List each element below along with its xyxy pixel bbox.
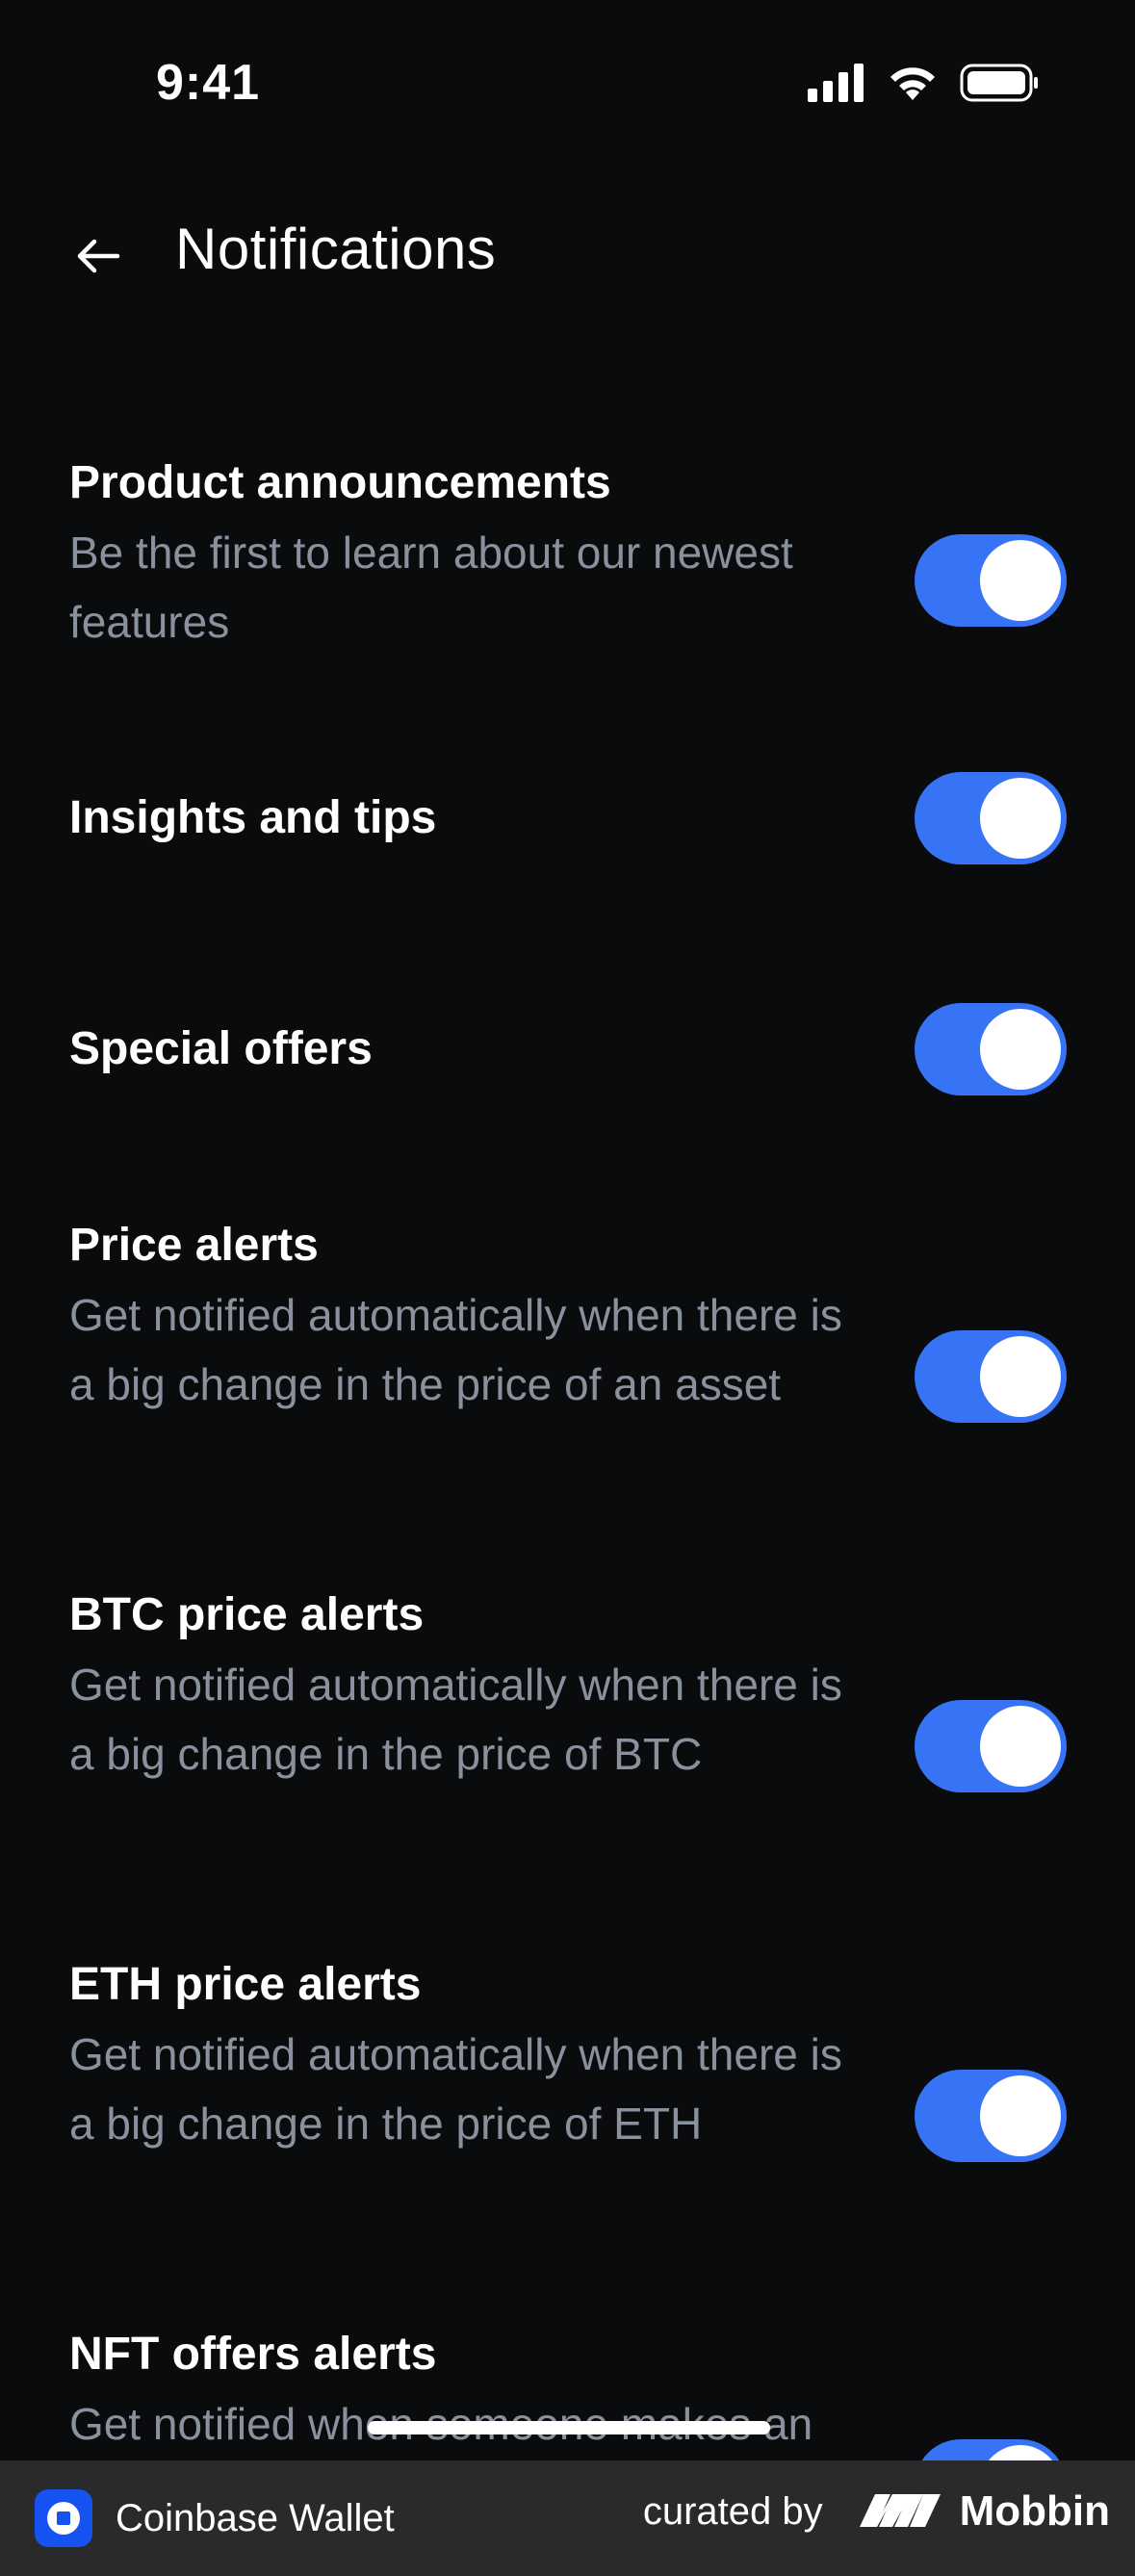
status-time: 9:41 (156, 55, 261, 111)
footer-bar: Coinbase Wallet curated by Mobbin (0, 2460, 1135, 2576)
toggle-knob (980, 2075, 1061, 2156)
home-indicator (368, 2421, 770, 2434)
toggle-knob (980, 1336, 1061, 1417)
back-button[interactable] (60, 219, 137, 296)
setting-title: ETH price alerts (69, 1959, 422, 2010)
page-title: Notifications (175, 217, 497, 281)
toggle-knob (980, 778, 1061, 859)
mobbin-mark: Mobbin (858, 2487, 1110, 2536)
toggle-knob (980, 540, 1061, 621)
toggle-price-alerts[interactable] (915, 1330, 1067, 1423)
cellular-signal-icon (808, 64, 865, 107)
setting-title: NFT offers alerts (69, 2329, 437, 2380)
header: Notifications (0, 193, 1135, 318)
setting-description: Get notified automatically when there is… (69, 1660, 842, 1779)
toggle-product-announcements[interactable] (915, 534, 1067, 627)
battery-icon (960, 64, 1039, 107)
curated-label: curated by (642, 2489, 823, 2533)
setting-description: Get notified automatically when there is… (69, 1290, 842, 1409)
toggle-insights-and-tips[interactable] (915, 772, 1067, 864)
status-bar: 9:41 (0, 0, 1135, 164)
mobbin-name: Mobbin (959, 2487, 1110, 2535)
setting-description: Get notified automatically when there is… (69, 2029, 842, 2149)
setting-title: Insights and tips (69, 792, 437, 843)
setting-title: Product announcements (69, 457, 611, 508)
arrow-left-icon (75, 237, 121, 280)
brand-name: Coinbase Wallet (116, 2496, 395, 2539)
setting-title: Price alerts (69, 1220, 319, 1271)
toggle-knob (980, 1009, 1061, 1090)
footer-curated: curated by Mobbin (643, 2487, 1110, 2536)
wifi-icon (887, 64, 939, 107)
setting-description: Be the first to learn about our newest f… (69, 528, 793, 647)
setting-title: BTC price alerts (69, 1589, 425, 1640)
toggle-special-offers[interactable] (915, 1003, 1067, 1095)
coinbase-wallet-logo-icon (35, 2489, 92, 2547)
footer-brand: Coinbase Wallet (35, 2489, 395, 2547)
status-icons (808, 64, 1039, 107)
toggle-btc-price-alerts[interactable] (915, 1700, 1067, 1792)
toggle-eth-price-alerts[interactable] (915, 2070, 1067, 2162)
mobbin-logo-icon (858, 2490, 942, 2534)
toggle-knob (980, 1706, 1061, 1787)
setting-title: Special offers (69, 1023, 373, 1074)
